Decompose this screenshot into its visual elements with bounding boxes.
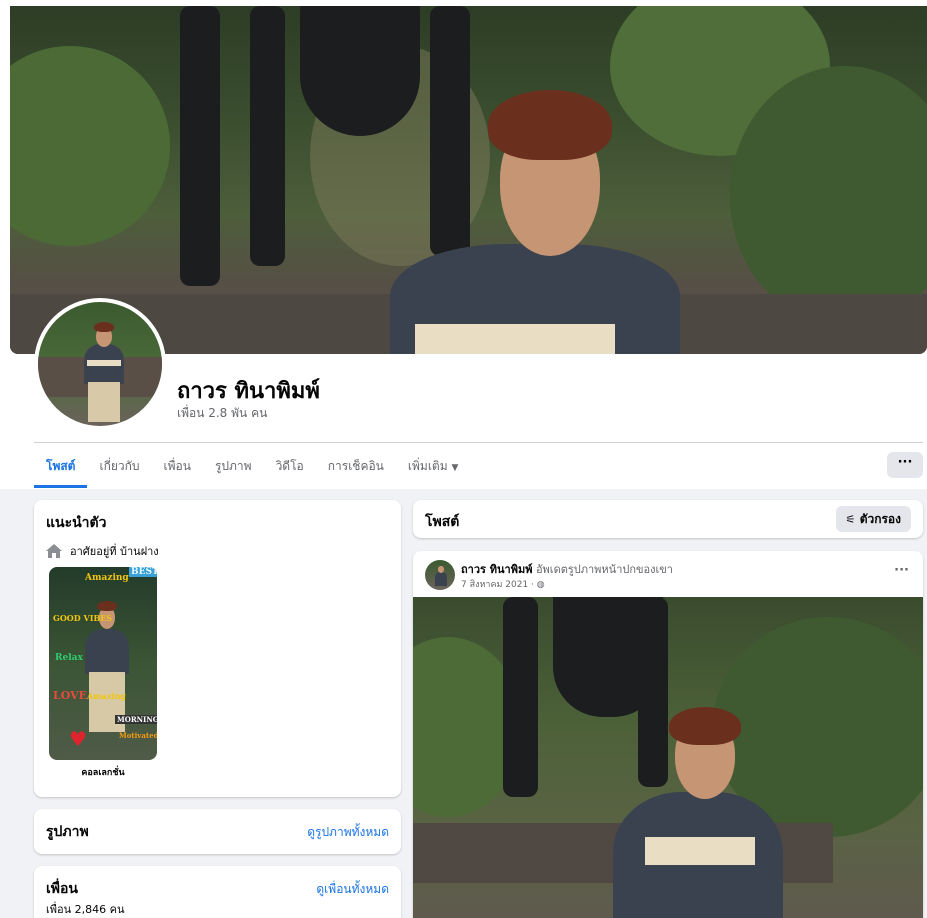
- profile-name: ถาวร ทินาพิมพ์: [177, 379, 320, 404]
- photos-card: รูปภาพ ดูรูปภาพทั้งหมด: [34, 809, 401, 854]
- shirt-stripe: [415, 324, 615, 354]
- person-hair: [488, 90, 612, 160]
- tab-more[interactable]: เพิ่มเติม ▼: [396, 446, 470, 488]
- intro-title: แนะนำตัว: [46, 515, 107, 531]
- shirt-stripe: [645, 837, 755, 865]
- photos-title: รูปภาพ: [46, 824, 89, 840]
- posts-header-card: โพสต์ ⚟ ตัวกรอง: [413, 500, 923, 538]
- statue-leg: [638, 597, 668, 787]
- home-icon: [46, 544, 62, 558]
- post-action-text: อัพเดตรูปภาพหน้าปกของเขา: [535, 563, 673, 576]
- person-hair: [94, 322, 114, 332]
- see-all-photos-link[interactable]: ดูรูปภาพทั้งหมด: [307, 823, 389, 842]
- tab-photos[interactable]: รูปภาพ: [203, 446, 264, 488]
- intro-card: แนะนำตัว อาศัยอยู่ที่ บ้านฝาง Amazing BE…: [34, 500, 401, 797]
- sticker-text: Amazing: [87, 691, 126, 701]
- tab-posts[interactable]: โพสต์: [34, 446, 88, 488]
- post-date[interactable]: 7 สิงหาคม 2021 ·: [461, 580, 534, 590]
- post-menu-button[interactable]: ···: [894, 563, 909, 578]
- featured-collection[interactable]: Amazing BEST GOOD VIBES Relax LOVE MORNI…: [49, 567, 157, 760]
- person-hair: [669, 707, 741, 745]
- tab-videos[interactable]: วิดีโอ: [264, 446, 316, 488]
- friends-title: เพื่อน: [46, 881, 78, 897]
- see-all-friends-link[interactable]: ดูเพื่อนทั้งหมด: [316, 880, 389, 899]
- person-body: [85, 629, 129, 674]
- tab-friends[interactable]: เพื่อน: [152, 446, 203, 488]
- post-card: ถาวร ทินาพิมพ์ อัพเดตรูปภาพหน้าปกของเขา …: [413, 551, 923, 918]
- sticker-text: LOVE: [53, 689, 88, 702]
- more-options-button[interactable]: ···: [887, 452, 923, 478]
- post-author-avatar[interactable]: [425, 560, 455, 590]
- lives-in-text: อาศัยอยู่ที่ บ้านฝาง: [70, 545, 159, 558]
- collection-label: คอลเลกชั่น: [81, 768, 125, 778]
- post-header-line: ถาวร ทินาพิมพ์ อัพเดตรูปภาพหน้าปกของเขา: [461, 560, 673, 578]
- tab-more-label: เพิ่มเติม: [407, 459, 448, 473]
- friends-card: เพื่อน ดูเพื่อนทั้งหมด เพื่อน 2,846 คน: [34, 866, 401, 918]
- lives-in-row: อาศัยอยู่ที่ บ้านฝาง: [46, 542, 159, 560]
- sticker-text: GOOD VIBES: [53, 613, 113, 623]
- statue-leg: [430, 6, 470, 256]
- statue-leg: [503, 597, 538, 797]
- sticker-text: Motivated: [119, 731, 157, 740]
- foliage: [10, 46, 170, 246]
- avatar-photo: [38, 302, 162, 426]
- divider: [34, 442, 923, 443]
- cover-photo[interactable]: [10, 6, 927, 354]
- heart-icon: ♥: [69, 727, 87, 751]
- posts-title: โพสต์: [425, 514, 460, 530]
- person-pants: [88, 382, 120, 422]
- friends-total: เพื่อน 2,846 คน: [46, 903, 125, 916]
- filter-label: ตัวกรอง: [859, 512, 901, 526]
- sticker-text: Relax: [55, 653, 83, 663]
- friends-count[interactable]: เพื่อน 2.8 พัน คน: [177, 404, 267, 423]
- person-body: [435, 572, 447, 586]
- post-meta: 7 สิงหาคม 2021 · ◍: [461, 577, 545, 591]
- profile-tabs: โพสต์ เกี่ยวกับ เพื่อน รูปภาพ วิดีโอ การ…: [34, 446, 470, 488]
- sticker-text: Amazing: [85, 573, 129, 583]
- person-hair: [97, 601, 117, 611]
- person-face: [438, 566, 444, 573]
- tab-checkins[interactable]: การเช็คอิน: [316, 446, 396, 488]
- post-author-name[interactable]: ถาวร ทินาพิมพ์: [461, 563, 532, 576]
- sticker-text: MORNING: [115, 715, 157, 724]
- profile-avatar[interactable]: [34, 298, 166, 430]
- shirt-stripe: [87, 360, 121, 366]
- post-image[interactable]: [413, 597, 923, 918]
- statue-body: [300, 6, 420, 136]
- statue-leg: [250, 6, 285, 266]
- tab-about[interactable]: เกี่ยวกับ: [87, 446, 151, 488]
- sliders-icon: ⚟: [845, 513, 856, 526]
- globe-icon: ◍: [536, 580, 545, 590]
- caret-down-icon: ▼: [451, 463, 459, 473]
- sticker-text: BEST: [129, 567, 157, 577]
- filter-button[interactable]: ⚟ ตัวกรอง: [835, 506, 911, 532]
- statue-leg: [180, 6, 220, 286]
